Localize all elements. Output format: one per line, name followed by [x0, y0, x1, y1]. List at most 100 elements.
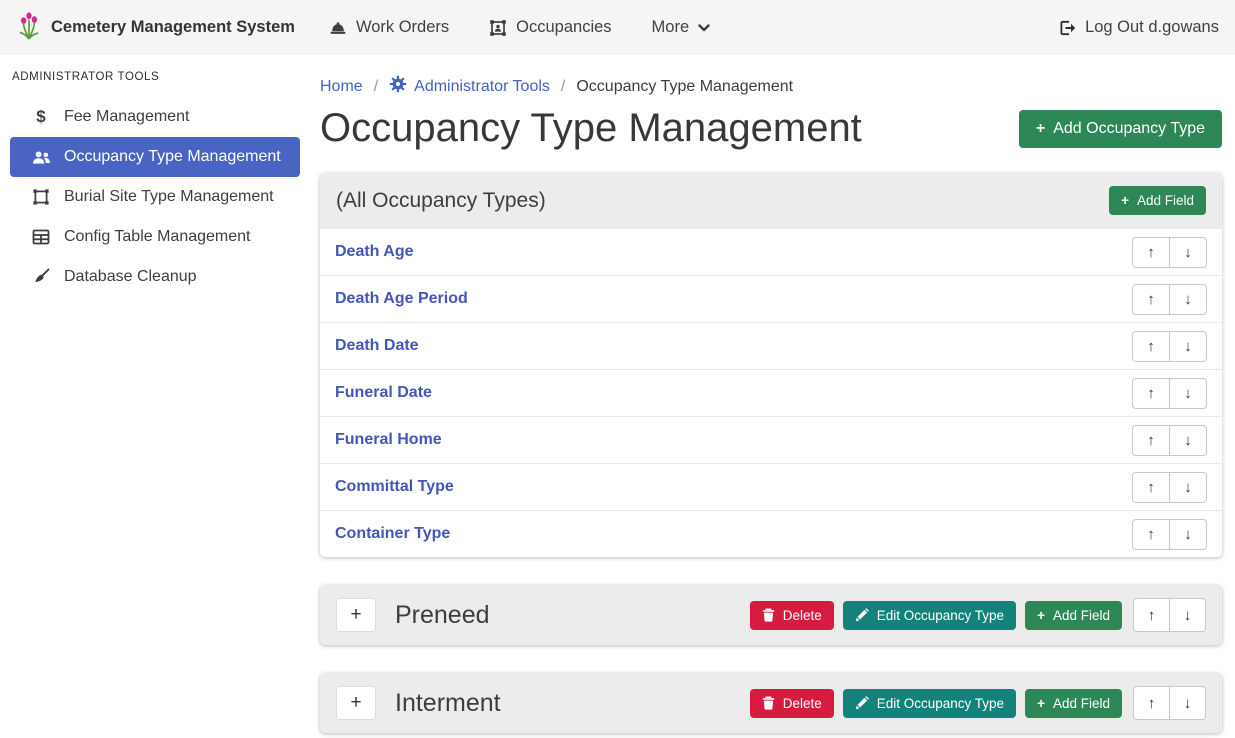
- move-down-button[interactable]: ↓: [1169, 284, 1207, 315]
- plus-icon: +: [1037, 608, 1045, 623]
- edit-occupancy-type-button[interactable]: Edit Occupancy Type: [843, 601, 1016, 630]
- nav-occupancies-label: Occupancies: [516, 18, 611, 37]
- tulip-logo-icon: [16, 10, 42, 45]
- nav-more[interactable]: More: [652, 18, 711, 37]
- delete-button[interactable]: Delete: [750, 601, 834, 630]
- move-up-button[interactable]: ↑: [1132, 472, 1170, 503]
- nav-work-orders[interactable]: Work Orders: [329, 18, 449, 37]
- field-row: Death Date ↑ ↓: [320, 322, 1222, 369]
- nav-occupancies[interactable]: Occupancies: [489, 18, 611, 37]
- move-down-button[interactable]: ↓: [1169, 425, 1207, 456]
- move-down-button[interactable]: ↓: [1169, 378, 1207, 409]
- sidebar-item-config-table-management[interactable]: Config Table Management: [10, 217, 300, 257]
- field-link-death-date[interactable]: Death Date: [335, 337, 419, 355]
- sidebar-item-label: Occupancy Type Management: [64, 148, 281, 166]
- trash-icon: [762, 696, 775, 710]
- edit-occupancy-type-button[interactable]: Edit Occupancy Type: [843, 689, 1016, 718]
- move-down-button[interactable]: ↓: [1169, 598, 1206, 632]
- all-occupancy-types-card: (All Occupancy Types) + Add Field Death …: [320, 173, 1222, 557]
- chevron-down-icon: [698, 24, 710, 32]
- sidebar-item-burial-site-type-management[interactable]: Burial Site Type Management: [10, 177, 300, 217]
- all-occupancy-types-title: (All Occupancy Types): [336, 189, 546, 213]
- pencil-icon: [855, 696, 869, 710]
- nav-work-orders-label: Work Orders: [356, 18, 449, 37]
- app-title: Cemetery Management System: [51, 18, 295, 37]
- dollar-icon: $: [30, 107, 52, 127]
- reorder-buttons: ↑ ↓: [1132, 237, 1207, 268]
- occupancy-type-section-preneed: + Preneed Delete: [320, 585, 1222, 645]
- reorder-buttons: ↑ ↓: [1133, 686, 1206, 720]
- move-up-button[interactable]: ↑: [1132, 331, 1170, 362]
- move-up-button[interactable]: ↑: [1132, 237, 1170, 268]
- add-field-button[interactable]: + Add Field: [1025, 689, 1122, 718]
- delete-button[interactable]: Delete: [750, 689, 834, 718]
- section-title: Interment: [395, 689, 501, 718]
- field-link-funeral-home[interactable]: Funeral Home: [335, 431, 442, 449]
- field-link-funeral-date[interactable]: Funeral Date: [335, 384, 432, 402]
- move-up-button[interactable]: ↑: [1133, 686, 1170, 720]
- users-icon: [30, 149, 52, 166]
- add-field-label: Add Field: [1137, 193, 1194, 208]
- pencil-icon: [855, 608, 869, 622]
- sidebar-item-label: Config Table Management: [64, 228, 251, 246]
- breadcrumb-separator: /: [374, 78, 378, 96]
- breadcrumb-current: Occupancy Type Management: [576, 78, 793, 96]
- gear-icon: [389, 75, 407, 98]
- move-down-button[interactable]: ↓: [1169, 686, 1206, 720]
- sidebar-item-label: Burial Site Type Management: [64, 188, 274, 206]
- page-title: Occupancy Type Management: [320, 106, 862, 151]
- move-up-button[interactable]: ↑: [1132, 378, 1170, 409]
- portrait-frame-icon: [489, 19, 507, 37]
- move-up-button[interactable]: ↑: [1132, 284, 1170, 315]
- sidebar-item-database-cleanup[interactable]: Database Cleanup: [10, 257, 300, 297]
- add-occupancy-type-button[interactable]: + Add Occupancy Type: [1019, 110, 1222, 148]
- section-title: Preneed: [395, 601, 490, 630]
- plus-icon: +: [1121, 193, 1129, 208]
- field-link-container-type[interactable]: Container Type: [335, 525, 450, 543]
- add-field-label: Add Field: [1053, 696, 1110, 711]
- breadcrumb: Home / Administrator Tools / Occupa: [320, 75, 1222, 98]
- field-row: Funeral Date ↑ ↓: [320, 369, 1222, 416]
- move-down-button[interactable]: ↓: [1169, 519, 1207, 550]
- field-link-committal-type[interactable]: Committal Type: [335, 478, 454, 496]
- sidebar: ADMINISTRATOR TOOLS $ Fee Management Occ…: [0, 55, 310, 738]
- move-down-button[interactable]: ↓: [1169, 472, 1207, 503]
- reorder-buttons: ↑ ↓: [1132, 519, 1207, 550]
- main-nav: Work Orders Occupancies More: [329, 18, 710, 37]
- move-up-button[interactable]: ↑: [1133, 598, 1170, 632]
- edit-occupancy-type-label: Edit Occupancy Type: [877, 608, 1004, 623]
- edit-occupancy-type-label: Edit Occupancy Type: [877, 696, 1004, 711]
- sidebar-heading: ADMINISTRATOR TOOLS: [12, 71, 310, 83]
- logout-button[interactable]: Log Out d.gowans: [1058, 18, 1219, 37]
- reorder-buttons: ↑ ↓: [1133, 598, 1206, 632]
- field-row: Committal Type ↑ ↓: [320, 463, 1222, 510]
- breadcrumb-admin-tools-link[interactable]: Administrator Tools: [389, 75, 550, 98]
- app-brand[interactable]: Cemetery Management System: [16, 10, 295, 45]
- breadcrumb-home-link[interactable]: Home: [320, 78, 363, 96]
- field-row: Death Age ↑ ↓: [320, 228, 1222, 275]
- main-content: Home / Administrator Tools / Occupa: [310, 55, 1235, 738]
- breadcrumb-home-label: Home: [320, 78, 363, 96]
- field-row: Container Type ↑ ↓: [320, 510, 1222, 557]
- hard-hat-icon: [329, 19, 347, 37]
- move-up-button[interactable]: ↑: [1132, 519, 1170, 550]
- move-up-button[interactable]: ↑: [1132, 425, 1170, 456]
- logout-label: Log Out d.gowans: [1085, 18, 1219, 37]
- add-field-button[interactable]: + Add Field: [1109, 186, 1206, 215]
- expand-button[interactable]: +: [336, 598, 376, 632]
- occupancy-type-section-interment: + Interment Delete: [320, 673, 1222, 733]
- field-link-death-age-period[interactable]: Death Age Period: [335, 290, 468, 308]
- sidebar-list: $ Fee Management Occupancy Type Manageme…: [0, 97, 310, 297]
- move-down-button[interactable]: ↓: [1169, 237, 1207, 268]
- add-field-button[interactable]: + Add Field: [1025, 601, 1122, 630]
- plus-icon: +: [1037, 696, 1045, 711]
- reorder-buttons: ↑ ↓: [1132, 378, 1207, 409]
- reorder-buttons: ↑ ↓: [1132, 331, 1207, 362]
- top-navbar: Cemetery Management System Work Orders: [0, 0, 1235, 55]
- sidebar-item-fee-management[interactable]: $ Fee Management: [10, 97, 300, 137]
- move-down-button[interactable]: ↓: [1169, 331, 1207, 362]
- breadcrumb-separator: /: [561, 78, 565, 96]
- expand-button[interactable]: +: [336, 686, 376, 720]
- sidebar-item-occupancy-type-management[interactable]: Occupancy Type Management: [10, 137, 300, 177]
- field-link-death-age[interactable]: Death Age: [335, 243, 414, 261]
